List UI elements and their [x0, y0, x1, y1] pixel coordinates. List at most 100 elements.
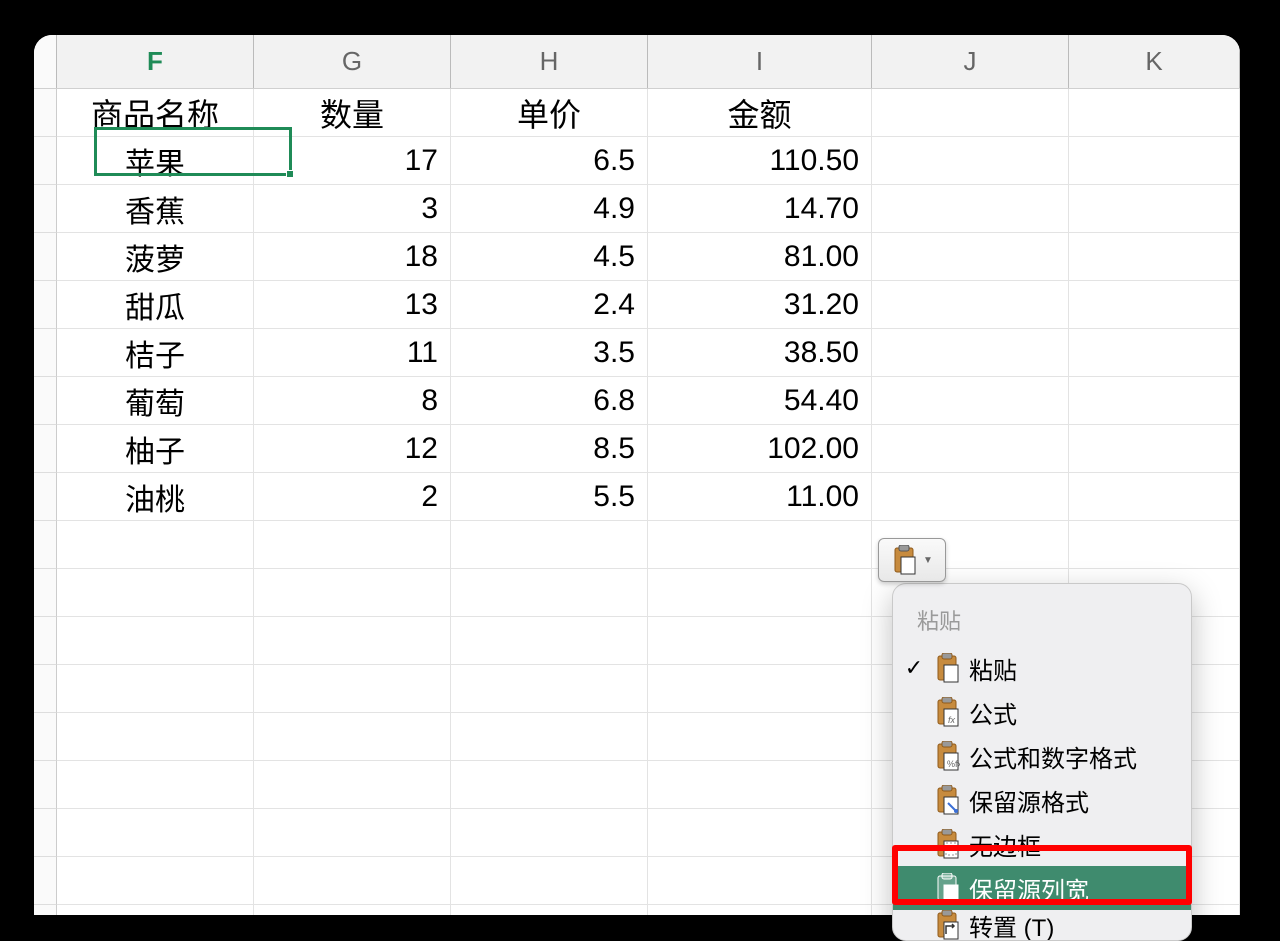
cell[interactable]: 4.9 [451, 185, 648, 233]
cell[interactable] [1069, 233, 1240, 281]
cell[interactable]: 11 [254, 329, 451, 377]
row-header[interactable] [34, 761, 57, 809]
cell[interactable] [451, 617, 648, 665]
cell[interactable] [451, 665, 648, 713]
cell[interactable] [872, 473, 1069, 521]
cell[interactable] [872, 89, 1069, 137]
cell[interactable] [648, 569, 872, 617]
cell[interactable] [648, 761, 872, 809]
paste-menu-item[interactable]: ✓粘贴 [893, 646, 1191, 690]
cell[interactable] [57, 857, 254, 905]
cell[interactable] [254, 905, 451, 915]
cell[interactable]: 桔子 [57, 329, 254, 377]
cell[interactable] [872, 233, 1069, 281]
cell[interactable] [57, 617, 254, 665]
cell[interactable] [1069, 137, 1240, 185]
row-header[interactable] [34, 713, 57, 761]
cell[interactable] [254, 617, 451, 665]
row-header[interactable] [34, 233, 57, 281]
cell[interactable]: 5.5 [451, 473, 648, 521]
row-header[interactable] [34, 185, 57, 233]
row-header[interactable] [34, 809, 57, 857]
cell[interactable]: 18 [254, 233, 451, 281]
cell[interactable]: 油桃 [57, 473, 254, 521]
paste-menu-item[interactable]: 转置 (T) [893, 910, 1191, 940]
cell[interactable]: 31.20 [648, 281, 872, 329]
cell[interactable] [254, 761, 451, 809]
cell[interactable]: 38.50 [648, 329, 872, 377]
cell[interactable] [57, 521, 254, 569]
row-header[interactable] [34, 137, 57, 185]
row-header[interactable] [34, 617, 57, 665]
cell[interactable]: 3 [254, 185, 451, 233]
col-header-F[interactable]: F [57, 35, 254, 88]
cell[interactable]: 6.8 [451, 377, 648, 425]
cell[interactable]: 11.00 [648, 473, 872, 521]
cell[interactable]: 4.5 [451, 233, 648, 281]
cell[interactable]: 菠萝 [57, 233, 254, 281]
cell[interactable] [1069, 473, 1240, 521]
cell[interactable]: 2 [254, 473, 451, 521]
cell[interactable]: 柚子 [57, 425, 254, 473]
cell[interactable] [57, 809, 254, 857]
col-header-G[interactable]: G [254, 35, 451, 88]
col-header-J[interactable]: J [872, 35, 1069, 88]
cell[interactable]: 102.00 [648, 425, 872, 473]
cell[interactable]: 12 [254, 425, 451, 473]
row-header[interactable] [34, 329, 57, 377]
row-header[interactable] [34, 569, 57, 617]
cell[interactable]: 香蕉 [57, 185, 254, 233]
cell[interactable] [648, 905, 872, 915]
cell[interactable]: 商品名称 [57, 89, 254, 137]
paste-menu-item[interactable]: %fx公式和数字格式 [893, 734, 1191, 778]
cell[interactable] [872, 377, 1069, 425]
cell[interactable]: 8.5 [451, 425, 648, 473]
cell[interactable] [648, 665, 872, 713]
cell[interactable]: 甜瓜 [57, 281, 254, 329]
cell[interactable]: 3.5 [451, 329, 648, 377]
col-header-H[interactable]: H [451, 35, 648, 88]
cell[interactable] [1069, 281, 1240, 329]
cell[interactable] [1069, 521, 1240, 569]
paste-menu-item[interactable]: fx公式 [893, 690, 1191, 734]
cell[interactable]: 葡萄 [57, 377, 254, 425]
col-header-K[interactable]: K [1069, 35, 1240, 88]
cell[interactable] [57, 905, 254, 915]
cell[interactable] [451, 569, 648, 617]
cell[interactable]: 数量 [254, 89, 451, 137]
cell[interactable] [254, 569, 451, 617]
cell[interactable] [57, 713, 254, 761]
row-header[interactable] [34, 377, 57, 425]
cell[interactable] [1069, 377, 1240, 425]
cell[interactable] [451, 713, 648, 761]
row-header[interactable] [34, 857, 57, 905]
cell[interactable]: 金额 [648, 89, 872, 137]
row-header[interactable] [34, 665, 57, 713]
cell[interactable]: 单价 [451, 89, 648, 137]
paste-menu-item[interactable]: 保留源格式 [893, 778, 1191, 822]
cell[interactable]: 14.70 [648, 185, 872, 233]
paste-options-button[interactable]: ▼ [878, 538, 946, 582]
cell[interactable] [648, 617, 872, 665]
cell[interactable]: 8 [254, 377, 451, 425]
cell[interactable] [648, 857, 872, 905]
cell[interactable] [254, 809, 451, 857]
cell[interactable] [254, 665, 451, 713]
cell[interactable] [451, 857, 648, 905]
cell[interactable]: 13 [254, 281, 451, 329]
paste-menu-item[interactable]: 保留源列宽 [893, 866, 1191, 910]
cell[interactable] [451, 761, 648, 809]
cell[interactable] [872, 425, 1069, 473]
row-header[interactable] [34, 281, 57, 329]
cell[interactable] [1069, 89, 1240, 137]
cell[interactable] [254, 713, 451, 761]
row-header[interactable] [34, 89, 57, 137]
cell[interactable] [57, 761, 254, 809]
cell[interactable]: 81.00 [648, 233, 872, 281]
cell[interactable] [1069, 329, 1240, 377]
cell[interactable] [872, 281, 1069, 329]
cell[interactable] [872, 185, 1069, 233]
corner-cell[interactable] [34, 35, 57, 88]
cell[interactable] [57, 569, 254, 617]
cell[interactable]: 6.5 [451, 137, 648, 185]
